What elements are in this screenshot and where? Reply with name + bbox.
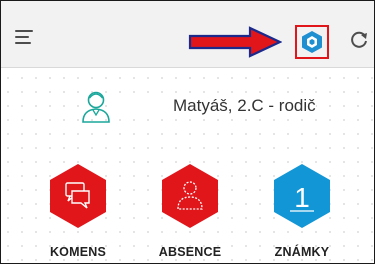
hamburger-menu-icon[interactable] xyxy=(15,30,35,46)
user-info-row[interactable]: Matyáš, 2.C - rodič xyxy=(1,87,374,127)
user-name: Matyáš, 2.C - rodič xyxy=(173,96,316,115)
person-outline-icon xyxy=(162,164,218,228)
tile-label: KOMENS xyxy=(49,245,107,259)
refresh-icon[interactable] xyxy=(349,30,369,50)
app-screen: Matyáš, 2.C - rodič KOMENS ABSENCE 1 ZNÁ… xyxy=(0,0,375,264)
tile-absence[interactable]: ABSENCE xyxy=(145,163,235,263)
module-tiles: KOMENS ABSENCE 1 ZNÁMKY xyxy=(1,163,374,263)
parent-avatar-icon xyxy=(82,91,110,123)
svg-text:1: 1 xyxy=(294,182,310,213)
tile-komens[interactable]: KOMENS xyxy=(33,163,123,263)
tile-label: ABSENCE xyxy=(158,245,222,259)
top-bar xyxy=(1,1,374,68)
user-name-box: Matyáš, 2.C - rodič xyxy=(119,93,316,119)
chat-bubbles-icon xyxy=(50,164,106,228)
tile-znamky[interactable]: 1 ZNÁMKY xyxy=(257,163,347,263)
red-arrow-annotation xyxy=(188,26,282,58)
grade-one-icon: 1 xyxy=(274,164,330,228)
bakalari-logo-icon xyxy=(302,31,322,53)
tile-label: ZNÁMKY xyxy=(274,245,330,259)
app-logo-button[interactable] xyxy=(295,25,329,59)
